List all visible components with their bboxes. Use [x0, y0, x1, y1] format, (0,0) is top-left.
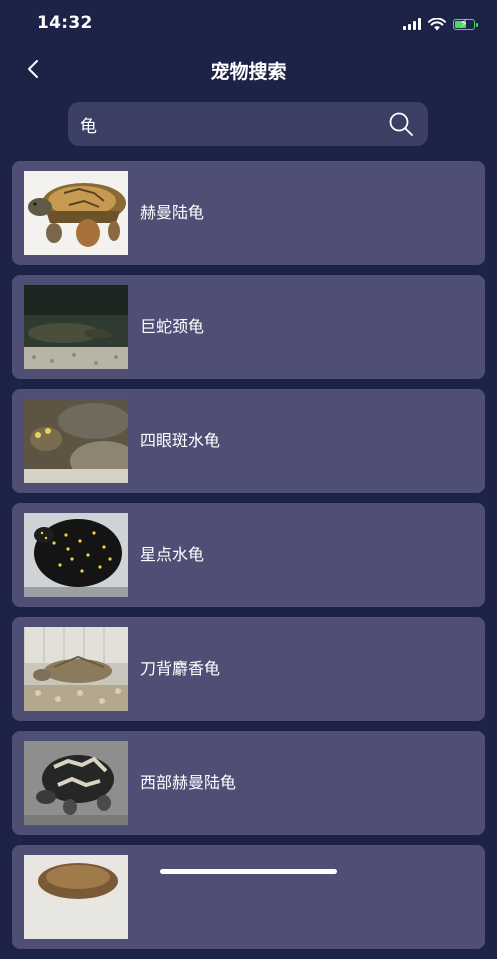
pet-name: 刀背麝香龟	[140, 659, 221, 678]
list-item[interactable]: 赫曼陆龟	[12, 161, 485, 265]
list-item[interactable]: 四眼斑水龟	[12, 389, 485, 493]
page-title: 宠物搜索	[210, 61, 287, 83]
battery-charging-icon: ⚡	[453, 17, 478, 30]
pet-name: 巨蛇颈龟	[140, 317, 205, 336]
nav-bar: 宠物搜索	[0, 48, 497, 92]
list-item[interactable]: 星点水龟	[12, 503, 485, 607]
search-input[interactable]	[80, 102, 370, 146]
turtle-thumbnail	[24, 399, 128, 483]
status-bar: 14:32 ⚡	[0, 0, 497, 48]
search-bar	[68, 102, 428, 146]
pet-name: 赫曼陆龟	[140, 203, 205, 222]
status-icons: ⚡	[403, 16, 478, 32]
pet-name: 四眼斑水龟	[140, 431, 221, 450]
turtle-thumbnail	[24, 171, 128, 255]
turtle-thumbnail	[24, 741, 128, 825]
search-icon[interactable]	[388, 111, 414, 137]
status-time: 14:32	[37, 13, 93, 33]
list-item[interactable]	[12, 845, 485, 949]
pet-name: 西部赫曼陆龟	[140, 773, 237, 792]
pet-name: 星点水龟	[140, 545, 205, 564]
result-list: 赫曼陆龟 巨蛇颈龟 四眼斑水龟 星点水龟 刀背麝香龟 西部赫曼陆龟	[12, 161, 485, 959]
turtle-thumbnail	[24, 627, 128, 711]
turtle-thumbnail	[24, 513, 128, 597]
home-indicator	[160, 869, 337, 874]
cellular-signal-icon	[403, 18, 421, 30]
turtle-thumbnail	[24, 855, 128, 939]
wifi-icon	[428, 17, 446, 30]
list-item[interactable]: 西部赫曼陆龟	[12, 731, 485, 835]
list-item[interactable]: 巨蛇颈龟	[12, 275, 485, 379]
list-item[interactable]: 刀背麝香龟	[12, 617, 485, 721]
turtle-thumbnail	[24, 285, 128, 369]
